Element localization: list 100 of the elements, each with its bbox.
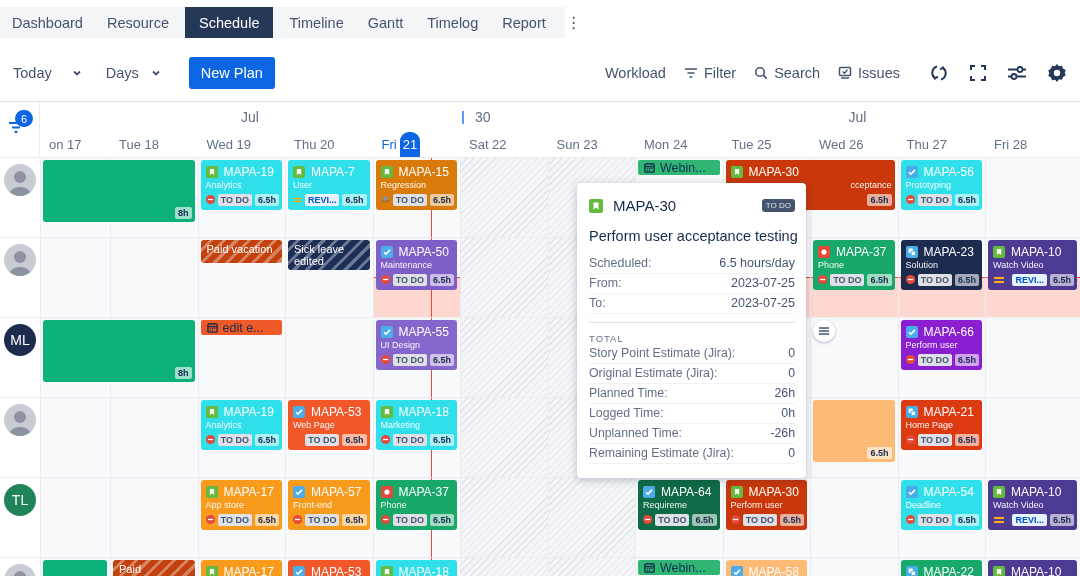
bookmark-icon: [205, 405, 218, 418]
status-badge: TO DO: [917, 353, 952, 366]
tab[interactable]: Report: [490, 7, 558, 38]
issue-title: Perform user: [905, 340, 958, 350]
plan-bar[interactable]: 8h: [43, 320, 195, 382]
issue-key: MAPA-10: [1011, 484, 1062, 499]
event-bar[interactable]: Webin...: [638, 560, 720, 575]
task-card[interactable]: MAPA-57 Front-end TO DO 6.5h: [288, 480, 370, 530]
issues-button[interactable]: Issues: [830, 61, 908, 85]
tab[interactable]: Timelog: [415, 7, 491, 38]
week-label: 30: [462, 110, 491, 124]
task-card[interactable]: MAPA-54 Deadline TO DO 6.5h: [900, 480, 982, 530]
new-plan-button[interactable]: New Plan: [188, 57, 275, 89]
checkbox-icon: [905, 165, 918, 178]
plan-bar[interactable]: 8h: [43, 160, 195, 222]
status-badge: TO DO: [655, 513, 690, 526]
tab[interactable]: Dashboard: [0, 7, 95, 38]
day-label: Sat 22: [469, 137, 507, 154]
task-card[interactable]: MAPA-55 UI Design TO DO 6.5h: [375, 320, 457, 370]
event-bar[interactable]: edit e...: [200, 320, 282, 335]
issue-key: MAPA-19: [223, 404, 274, 419]
task-card[interactable]: MAPA-10 Watch Video REVI... 6.5h: [988, 240, 1077, 290]
status-badge: TO DO: [392, 193, 427, 206]
issue-key: MAPA-57: [311, 484, 362, 499]
task-card[interactable]: MAPA-17 App store TO DO 6.5h: [200, 480, 282, 530]
status-badge: TO DO: [917, 273, 952, 286]
status-badge: TO DO: [761, 199, 795, 212]
issue-title: Prototyping: [905, 180, 952, 190]
event-bar[interactable]: Webin...: [638, 160, 720, 175]
tab[interactable]: Gantt: [355, 7, 416, 38]
date-badge: 21: [399, 132, 421, 157]
more-button[interactable]: ⋮: [557, 7, 590, 38]
today-dropdown[interactable]: Today: [6, 61, 89, 85]
bookmark-icon: [205, 165, 218, 178]
status-badge: TO DO: [305, 433, 340, 446]
task-card[interactable]: MAPA-56 Prototyping TO DO 6.5h: [900, 160, 982, 210]
hours-badge: 8h: [175, 207, 192, 219]
status-badge: TO DO: [917, 193, 952, 206]
settings-icon: [1047, 63, 1067, 83]
task-card[interactable]: MAPA-37 Phone TO DO 6.5h: [375, 480, 457, 530]
task-card[interactable]: MAPA-50 Maintenance TO DO 6.5h: [375, 240, 457, 290]
task-card[interactable]: MAPA-18 Marketing TO DO 6.5h: [375, 400, 457, 450]
issue-title: cceptance: [850, 180, 892, 190]
issue-key: MAPA-37: [836, 244, 887, 259]
day-label: Thu 27: [906, 137, 947, 154]
tab[interactable]: Timeline: [277, 7, 356, 38]
tab[interactable]: Schedule: [185, 7, 274, 38]
hours-badge: 6.5h: [955, 513, 979, 526]
filter-button[interactable]: Filter: [675, 61, 745, 85]
task-card[interactable]: MAPA-30 Perform user TO DO 6.5h: [725, 480, 807, 530]
search-button[interactable]: Search: [746, 61, 829, 85]
bookmark-icon: [380, 165, 393, 178]
task-card[interactable]: MAPA-64 Requireme TO DO 6.5h: [638, 480, 720, 530]
leave-bar[interactable]: Paid: [113, 560, 195, 576]
task-card[interactable]: MAPA-19 Analytics TO DO 6.5h: [200, 400, 282, 450]
issue-key: MAPA-17: [223, 484, 274, 499]
status-badge: TO DO: [217, 513, 252, 526]
checkbox-icon: [293, 565, 305, 576]
hours-badge: 6.5h: [430, 433, 454, 446]
task-card[interactable]: MAPA-53 Web Page TO DO 6.5h: [288, 400, 370, 450]
task-card[interactable]: MAPA-23 Solution TO DO 6.5h: [900, 240, 982, 290]
blocker-icon: [905, 193, 915, 206]
issue-title: Perform user acceptance testing: [589, 228, 795, 244]
task-card[interactable]: MAPA-21 Home Page TO DO 6.5h: [900, 400, 982, 450]
issue-title: Analytics: [205, 420, 242, 430]
bookmark-icon: [205, 485, 218, 498]
avatar-icon: [4, 244, 36, 276]
issue-title: Front-end: [293, 500, 333, 510]
blocker-icon: [205, 513, 215, 526]
task-card[interactable]: MAPA-15 Regression TO DO 6.5h: [375, 160, 457, 210]
task-card[interactable]: MAPA-37 Phone TO DO 6.5h: [813, 240, 895, 290]
issue-title: Solution: [905, 260, 939, 270]
detail-label: Remaining Estimate (Jira):: [589, 445, 734, 462]
view-dropdown[interactable]: Days: [98, 61, 168, 85]
leave-bar[interactable]: Paid vacation: [200, 240, 282, 263]
leave-bar[interactable]: Sick leave edited: [288, 240, 370, 270]
task-card[interactable]: MAPA-10: [988, 560, 1077, 576]
hours-badge: 6.5h: [430, 193, 454, 206]
leave-label: Sick leave edited: [294, 243, 345, 267]
hours-badge: 6.5h: [692, 513, 717, 526]
day-label: Sun 23: [556, 137, 598, 154]
task-card[interactable]: MAPA-19 Analytics TO DO 6.5h: [200, 160, 282, 210]
task-card[interactable]: MAPA-66 Perform user TO DO 6.5h: [900, 320, 982, 370]
task-card[interactable]: MAPA-7 User REVI... 6.5h: [288, 160, 370, 210]
task-card[interactable]: MAPA-10 Watch Video REVI... 6.5h: [988, 480, 1077, 530]
status-badge: TO DO: [217, 433, 252, 446]
tab[interactable]: Resource: [94, 7, 181, 38]
plan-bar[interactable]: 6.5h: [813, 400, 895, 462]
issue-key: MAPA-53: [311, 404, 362, 419]
refresh-icon: [929, 63, 949, 83]
bug-icon: [818, 245, 830, 258]
workload-button[interactable]: Workload: [596, 61, 674, 85]
detail-value: -26h: [770, 425, 795, 442]
hours-badge: 6.5h: [955, 273, 979, 286]
equals-icon: [993, 514, 1005, 525]
status-badge: TO DO: [392, 513, 427, 526]
detail-value: 6.5 hours/day: [719, 255, 795, 272]
hours-badge: 6.5h: [1050, 513, 1074, 526]
bookmark-icon: [380, 565, 393, 576]
count-badge: 6: [15, 110, 33, 127]
